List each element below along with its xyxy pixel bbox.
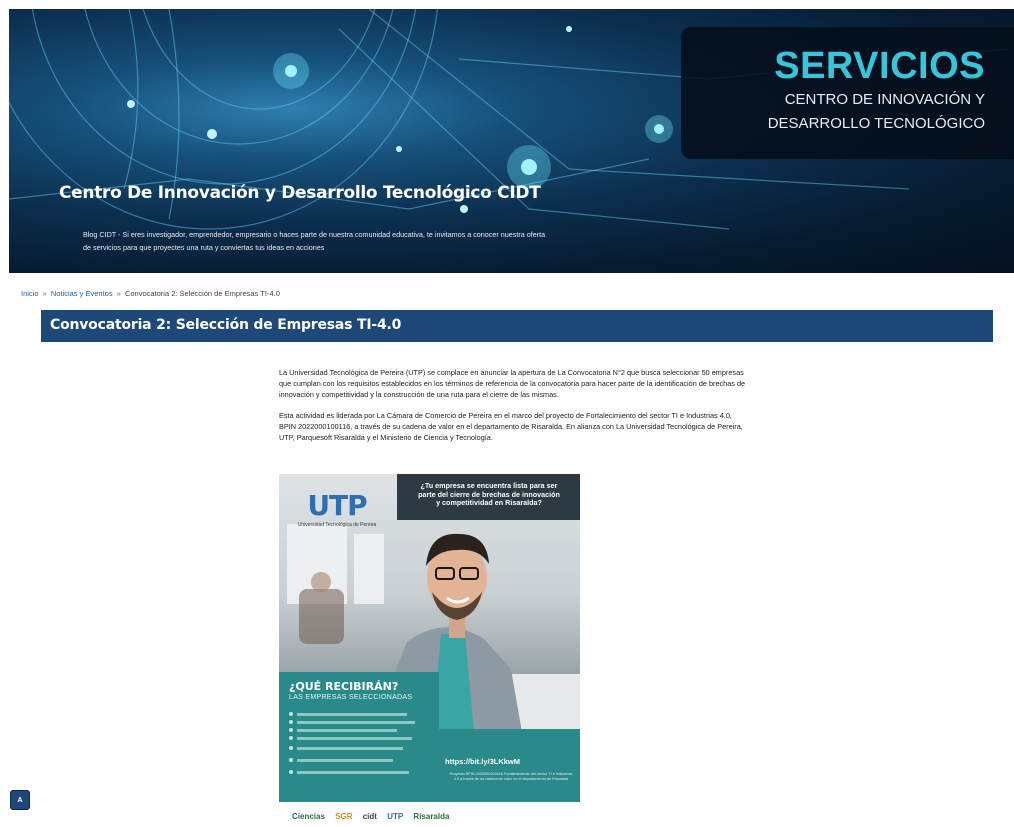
breadcrumb: Inicio » Noticias y Eventos » Convocator… — [21, 289, 280, 298]
breadcrumb-home-link[interactable]: Inicio — [21, 289, 39, 298]
article-paragraph: La Universidad Tecnológica de Pereira (U… — [279, 368, 746, 400]
poster-benefits-heading: ¿QUÉ RECIBIRÁN? — [289, 680, 399, 693]
article-paragraph: Esta actividad es liderada por La Cámara… — [279, 410, 743, 443]
breadcrumb-separator: » — [42, 289, 47, 298]
poster-benefit-item — [289, 728, 429, 732]
poster-fine-print: Proyecto BPIN 2022000100116 Fortalecimie… — [449, 772, 573, 781]
poster-benefit-item — [289, 720, 429, 724]
poster-benefit-item — [289, 736, 429, 740]
article-body: La Universidad Tecnológica de Pereira (U… — [279, 367, 749, 452]
poster-benefit-item — [289, 770, 429, 774]
sponsor-logo: Risaralda — [413, 812, 450, 821]
poster-registration-link[interactable]: https://bit.ly/3LKkwM — [445, 757, 520, 766]
hero-title: Centro De Innovación y Desarrollo Tecnol… — [59, 183, 541, 203]
hero-description: Blog CIDT - Si eres investigador, empren… — [83, 230, 546, 252]
poster-benefit-item — [289, 712, 429, 716]
services-subtitle-line-1: CENTRO DE INNOVACIÓN Y — [784, 91, 985, 108]
breadcrumb-separator: » — [116, 289, 121, 298]
page-title-bar: Convocatoria 2: Selección de Empresas TI… — [41, 310, 993, 342]
services-heading: SERVICIOS — [774, 45, 985, 87]
breadcrumb-current: Convocatoria 2: Selección de Empresas TI… — [124, 289, 280, 298]
services-panel: SERVICIOS CENTRO DE INNOVACIÓN Y DESARRO… — [681, 27, 1014, 159]
breadcrumb-section-link[interactable]: Noticias y Eventos — [51, 289, 113, 298]
poster-benefits-subheading: LAS EMPRESAS SELECCIONADAS — [289, 694, 413, 701]
sponsor-logo-strip: Ciencias SGR cidt UTP Risaralda — [292, 812, 582, 826]
announcement-poster[interactable]: ¿Tu empresa se encuentra lista para ser … — [279, 474, 580, 802]
poster-benefit-item — [289, 746, 429, 750]
services-subtitle-line-2: DESARROLLO TECNOLÓGICO — [767, 115, 985, 132]
accessibility-button[interactable]: A — [10, 790, 30, 810]
sponsor-logo: UTP — [387, 812, 404, 821]
page-title: Convocatoria 2: Selección de Empresas TI… — [50, 317, 402, 333]
sponsor-logo: cidt — [362, 812, 377, 821]
sponsor-logo: Ciencias — [292, 812, 325, 821]
sponsor-logo: SGR — [335, 812, 353, 821]
hero-banner: SERVICIOS CENTRO DE INNOVACIÓN Y DESARRO… — [9, 9, 1014, 273]
poster-benefit-item — [289, 758, 429, 762]
